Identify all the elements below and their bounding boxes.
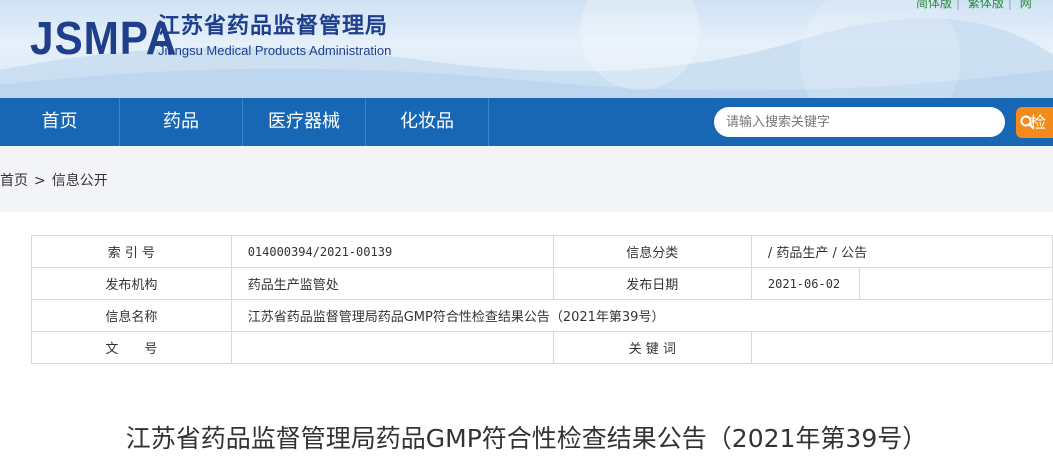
date-label: 发布日期 <box>552 267 752 300</box>
index-value: 014000394/2021-00139 <box>230 235 554 268</box>
table-row: 信息名称 江苏省药品监督管理局药品GMP符合性检查结果公告（2021年第39号） <box>31 299 1053 332</box>
nav-item-home[interactable]: 首页 <box>0 98 120 146</box>
table-row: 文 号 关 键 词 <box>31 331 1053 364</box>
nav-item-drugs[interactable]: 药品 <box>120 98 243 146</box>
document-title: 江苏省药品监督管理局药品GMP符合性检查结果公告（2021年第39号） <box>125 424 928 453</box>
breadcrumb-separator: > <box>34 173 46 189</box>
index-label: 索 引 号 <box>31 235 232 268</box>
breadcrumb: 首页 > 信息公开 <box>0 170 108 190</box>
top-link-more[interactable]: 网 <box>1020 0 1032 10</box>
docno-label: 文 号 <box>31 331 232 364</box>
top-link-simplified[interactable]: 简体版 <box>916 0 952 10</box>
site-logo[interactable]: JSMPA <box>30 15 177 61</box>
name-label: 信息名称 <box>31 299 232 332</box>
table-row: 发布机构 药品生产监管处 发布日期 2021-06-02 <box>31 267 1053 300</box>
publisher-label: 发布机构 <box>31 267 232 300</box>
search-button[interactable]: 检 <box>1016 107 1053 138</box>
header-banner: JSMPA 江苏省药品监督管理局 Jiangsu Medical Product… <box>0 0 1053 98</box>
breadcrumb-bar <box>0 146 1053 212</box>
org-name-en: Jiangsu Medical Products Administration <box>158 43 392 58</box>
top-link-traditional[interactable]: 繁体版 <box>968 0 1004 10</box>
keywords-label: 关 键 词 <box>552 331 752 364</box>
date-extra-cell <box>858 267 1053 300</box>
search-icon <box>1020 115 1034 129</box>
publisher-value: 药品生产监管处 <box>230 267 554 300</box>
breadcrumb-current[interactable]: 信息公开 <box>52 173 108 189</box>
info-table: 索 引 号 014000394/2021-00139 信息分类 / 药品生产 /… <box>31 235 1053 364</box>
breadcrumb-home[interactable]: 首页 <box>0 173 28 189</box>
date-value: 2021-06-02 <box>750 267 860 300</box>
keywords-value <box>750 331 1053 364</box>
category-label: 信息分类 <box>552 235 752 268</box>
nav-item-medical-devices[interactable]: 医疗器械 <box>243 98 366 146</box>
org-name-cn: 江苏省药品监督管理局 <box>158 14 389 39</box>
table-row: 索 引 号 014000394/2021-00139 信息分类 / 药品生产 /… <box>31 235 1053 268</box>
nav-item-cosmetics[interactable]: 化妆品 <box>366 98 489 146</box>
docno-value <box>230 331 554 364</box>
top-links: 简体版 | 繁体版 | 网 <box>916 0 1036 11</box>
name-value: 江苏省药品监督管理局药品GMP符合性检查结果公告（2021年第39号） <box>230 299 1053 332</box>
category-value: / 药品生产 / 公告 <box>750 235 1053 268</box>
search-input[interactable] <box>714 107 1005 137</box>
